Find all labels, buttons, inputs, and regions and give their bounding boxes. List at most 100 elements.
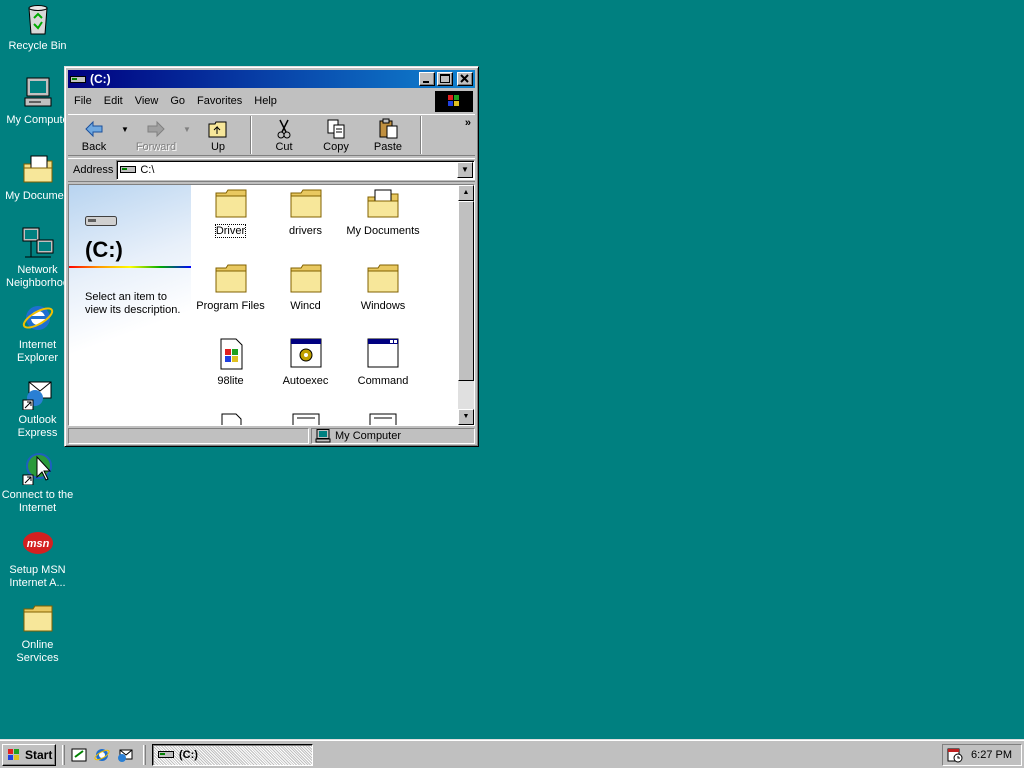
status-location: My Computer (311, 428, 475, 444)
menu-favorites[interactable]: Favorites (197, 95, 242, 107)
address-bar: Address C:\ ▼ (68, 158, 475, 182)
menu-file[interactable]: File (74, 95, 92, 107)
scroll-up-button[interactable]: ▲ (458, 185, 474, 201)
file-item[interactable]: Windows (343, 262, 423, 312)
file-name: Program Files (196, 300, 265, 312)
menu-view[interactable]: View (135, 95, 159, 107)
folder-icon (21, 601, 55, 635)
my-documents-folder-icon (366, 187, 400, 221)
file-name: Autoexec (282, 375, 329, 387)
desktop-icon-setup-msn[interactable]: msn Setup MSN Internet A... (0, 526, 75, 590)
desktop-icon-label: Online (21, 639, 54, 651)
file-name: Windows (360, 300, 406, 312)
file-name: Driver (214, 224, 247, 238)
up-folder-icon (206, 118, 230, 140)
forward-button[interactable]: Forward (130, 115, 182, 155)
up-button[interactable]: Up (192, 115, 244, 155)
taskbar: Start (C:) 6:27 PM (0, 740, 1024, 768)
file-item-partial[interactable] (268, 412, 343, 425)
my-computer-icon (315, 429, 331, 443)
msn-icon: msn (21, 526, 55, 560)
network-neighborhood-icon (21, 226, 55, 260)
menu-bar: File Edit View Go Favorites Help (68, 90, 475, 112)
desktop-icon-recycle-bin[interactable]: Recycle Bin (0, 2, 75, 53)
forward-dropdown-button[interactable]: ▼ (182, 115, 192, 155)
close-button[interactable] (457, 72, 473, 86)
paste-icon (376, 118, 400, 140)
file-item-partial[interactable] (343, 412, 423, 425)
copy-label: Copy (323, 141, 349, 153)
folder-icon (289, 187, 323, 221)
address-label: Address (73, 164, 114, 176)
desktop-icon-label: Services (16, 652, 59, 664)
clock[interactable]: 6:27 PM (971, 749, 1012, 761)
vertical-scrollbar[interactable]: ▲ ▼ (458, 185, 474, 425)
task-button-c-drive[interactable]: (C:) (152, 744, 313, 766)
file-item-partial[interactable] (193, 412, 268, 425)
scheduler-icon[interactable] (947, 747, 963, 763)
menu-edit[interactable]: Edit (104, 95, 123, 107)
file-item[interactable]: Command (343, 337, 423, 387)
forward-label: Forward (135, 141, 177, 153)
desktop-icon-label: Internet A... (9, 577, 66, 589)
drive-icon (85, 215, 117, 227)
file-item[interactable]: Autoexec (268, 337, 343, 387)
desktop-icon-connect-internet[interactable]: Connect to the Internet (0, 451, 75, 515)
file-item[interactable]: Program Files (193, 262, 268, 312)
desktop-icon-online-services[interactable]: Online Services (0, 601, 75, 665)
file-item[interactable]: drivers (268, 187, 343, 237)
scroll-down-button[interactable]: ▼ (458, 409, 474, 425)
menu-go[interactable]: Go (170, 95, 185, 107)
desktop-icon-label: Recycle Bin (8, 40, 67, 52)
drive-icon (120, 165, 137, 175)
maximize-button[interactable] (437, 72, 453, 86)
quicklaunch-grip[interactable] (62, 745, 65, 765)
file-item[interactable]: 98lite (193, 337, 268, 387)
start-button[interactable]: Start (2, 744, 56, 766)
show-desktop-icon[interactable] (71, 747, 87, 763)
desktop-icon-label: Connect to the (1, 489, 74, 501)
back-dropdown-button[interactable]: ▼ (120, 115, 130, 155)
internet-explorer-icon[interactable] (94, 747, 110, 763)
folder-icon (214, 187, 248, 221)
web-view-panel: (C:) Select an item to view its descript… (69, 185, 191, 425)
copy-button[interactable]: Copy (310, 115, 362, 155)
back-arrow-icon (82, 118, 106, 140)
address-dropdown-button[interactable]: ▼ (457, 162, 473, 178)
title-bar[interactable]: (C:) (68, 70, 475, 88)
back-button[interactable]: Back (68, 115, 120, 155)
explorer-window[interactable]: (C:) File Edit View Go Favorites Help Ba… (64, 66, 479, 447)
outlook-express-icon[interactable] (117, 747, 133, 763)
system-tray: 6:27 PM (942, 744, 1022, 766)
file-item[interactable]: Driver (193, 187, 268, 238)
paste-button[interactable]: Paste (362, 115, 414, 155)
menu-help[interactable]: Help (254, 95, 277, 107)
file-name: drivers (288, 225, 322, 237)
taskbar-grip[interactable] (143, 745, 146, 765)
file-item[interactable]: Wincd (268, 262, 343, 312)
web-view-description: Select an item to view its description. (85, 291, 181, 316)
folder-icon (366, 262, 400, 296)
toolbar-separator (420, 116, 422, 154)
desktop-icon-label: Internet (18, 502, 57, 514)
desktop-icon-label: Setup MSN (9, 564, 66, 576)
cut-label: Cut (275, 141, 293, 153)
address-input[interactable]: C:\ ▼ (116, 160, 475, 180)
file-item[interactable]: My Documents (343, 187, 423, 237)
text-file-icon (289, 412, 323, 425)
minimize-button[interactable] (419, 72, 435, 86)
task-button-label: (C:) (179, 749, 198, 761)
folder-view[interactable]: (C:) Select an item to view its descript… (68, 184, 475, 426)
scroll-thumb[interactable] (458, 201, 474, 381)
toolbar-more-button[interactable]: » (465, 117, 471, 129)
status-cell (68, 428, 309, 444)
dos-program-icon (366, 337, 400, 371)
standard-toolbar: Back ▼ Forward ▼ Up Cut Copy Paste » (68, 114, 475, 156)
paste-label: Paste (373, 141, 403, 153)
cut-button[interactable]: Cut (258, 115, 310, 155)
my-computer-icon (21, 76, 55, 110)
internet-explorer-icon (21, 301, 55, 335)
file-name: Command (357, 375, 409, 387)
windows-logo-icon (435, 91, 473, 112)
file-name: 98lite (217, 375, 244, 387)
